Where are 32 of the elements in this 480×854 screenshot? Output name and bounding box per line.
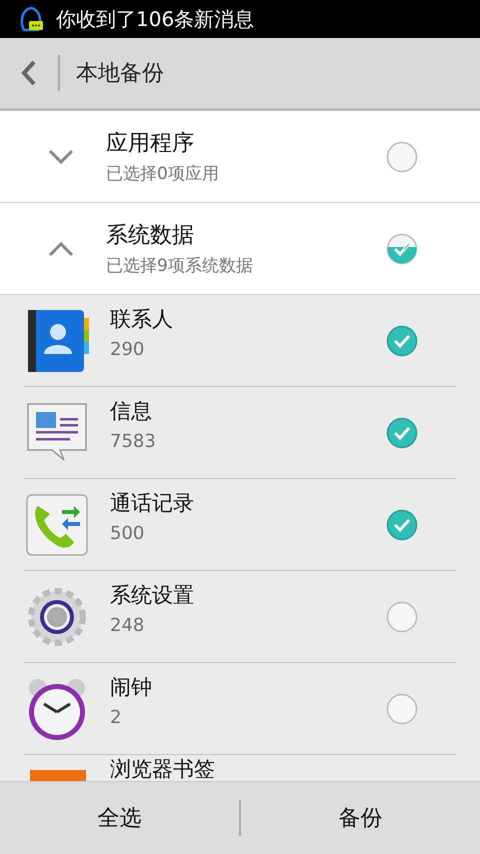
chevron-down-icon bbox=[48, 148, 74, 164]
item-name: 浏览器书签 bbox=[110, 756, 216, 781]
item-count: 500 bbox=[110, 523, 146, 544]
checkbox[interactable] bbox=[386, 508, 418, 540]
back-icon bbox=[21, 60, 37, 86]
group-title: 应用程序 bbox=[106, 130, 195, 158]
group-row[interactable]: 系统数据 已选择9项系统数据 bbox=[0, 203, 480, 295]
notification-text: 你收到了106条新消息 bbox=[56, 6, 254, 32]
checkbox[interactable] bbox=[386, 416, 418, 448]
item-count: 2 bbox=[110, 707, 122, 728]
item-name: 通话记录 bbox=[110, 490, 195, 517]
select-all-button[interactable]: 全选 bbox=[0, 782, 239, 854]
item-name: 信息 bbox=[110, 398, 153, 425]
item-name: 闹钟 bbox=[110, 674, 153, 701]
checkbox[interactable] bbox=[386, 140, 418, 172]
item-name: 联系人 bbox=[110, 306, 174, 333]
item-name: 系统设置 bbox=[110, 582, 195, 609]
chevron-up-icon bbox=[48, 240, 74, 256]
group-row[interactable]: 应用程序 已选择0项应用 bbox=[0, 111, 480, 203]
item-count: 7583 bbox=[110, 431, 157, 452]
group-summary: 已选择9项系统数据 bbox=[106, 255, 254, 277]
checkbox[interactable] bbox=[386, 232, 418, 264]
group-title: 系统数据 bbox=[106, 222, 195, 250]
item-count: 248 bbox=[110, 615, 146, 636]
checkbox[interactable] bbox=[386, 692, 418, 724]
page-title: 本地备份 bbox=[76, 60, 164, 88]
checkbox[interactable] bbox=[386, 600, 418, 632]
checkbox[interactable] bbox=[386, 324, 418, 356]
group-summary: 已选择0项应用 bbox=[106, 163, 220, 185]
item-count: 290 bbox=[110, 339, 146, 360]
phone-icon bbox=[24, 492, 90, 558]
backup-button[interactable]: 备份 bbox=[241, 782, 480, 854]
